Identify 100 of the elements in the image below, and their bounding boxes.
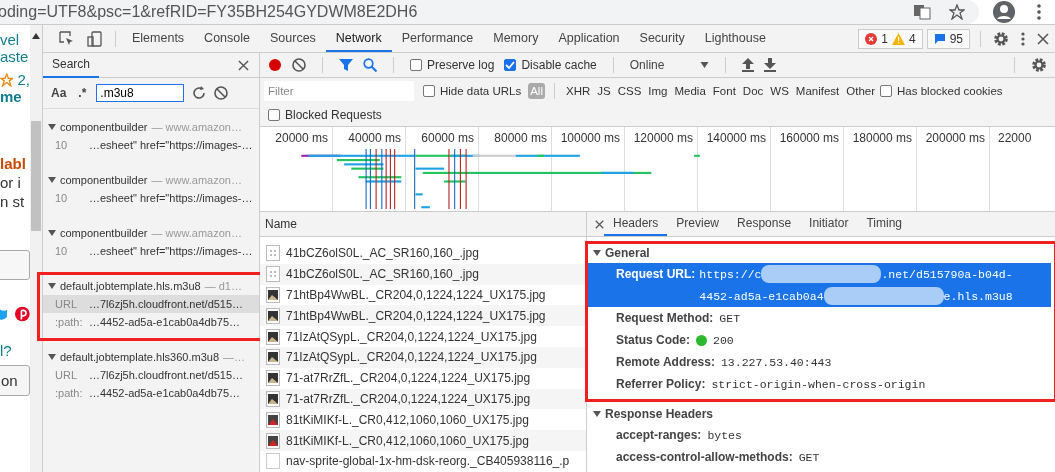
expand-caret-icon[interactable] xyxy=(593,411,601,417)
blocked-cookies-checkbox[interactable]: Has blocked cookies xyxy=(880,85,1003,97)
inspect-icon[interactable] xyxy=(59,30,75,47)
search-field[interactable]: .m3u8 xyxy=(96,84,185,102)
expand-caret-icon[interactable] xyxy=(48,354,56,360)
panel-tab[interactable]: Application xyxy=(548,25,630,52)
type-filter[interactable]: Img xyxy=(646,83,670,99)
detail-tab[interactable]: Headers xyxy=(604,212,668,236)
type-filter[interactable]: CSS xyxy=(615,83,644,99)
disable-cache-checkbox[interactable]: Disable cache xyxy=(504,58,597,72)
request-name[interactable]: 71IzAtQSypL._CR204,0,1224,1224_UX175.jpg xyxy=(286,329,537,344)
detail-tab[interactable]: Timing xyxy=(857,212,911,236)
type-filter[interactable]: Other xyxy=(844,83,878,99)
result-file[interactable]: componentbuilder xyxy=(60,121,148,133)
match-label: :path: xyxy=(55,316,84,328)
scroll-up-icon[interactable] xyxy=(32,33,40,39)
refresh-icon[interactable] xyxy=(192,86,207,100)
match-case-toggle[interactable]: Aa xyxy=(49,86,69,100)
filter-icon[interactable] xyxy=(339,58,353,72)
section-title[interactable]: Response Headers xyxy=(605,407,714,421)
throttling-select[interactable]: Online xyxy=(629,58,710,72)
panel-tab[interactable]: Memory xyxy=(483,25,549,52)
type-filter[interactable]: WS xyxy=(768,83,791,99)
panel-tab[interactable]: Network xyxy=(325,25,392,52)
rating-count[interactable]: 2, xyxy=(17,71,30,88)
blocked-requests-checkbox[interactable]: Blocked Requests xyxy=(268,108,382,122)
search-match[interactable]: :path: …4452-ad5a-e1cab0a4db75… xyxy=(43,313,259,331)
clear-icon[interactable] xyxy=(292,58,306,72)
search-match[interactable]: 10 …esheet" href="https://images-… xyxy=(43,189,259,207)
detail-tab[interactable]: Initiator xyxy=(800,212,858,236)
search-match[interactable]: 10 …esheet" href="https://images-… xyxy=(43,242,259,260)
request-name[interactable]: nav-sprite-global-1x-hm-dsk-reorg._CB405938116_.p xyxy=(286,454,570,469)
panel-tab[interactable]: Console xyxy=(194,25,260,52)
page-link[interactable]: aste xyxy=(0,48,30,65)
device-icon[interactable] xyxy=(87,30,103,47)
type-filter[interactable]: XHR xyxy=(563,83,593,99)
page-button[interactable]: on xyxy=(0,365,30,396)
detail-tab[interactable]: Preview xyxy=(667,212,729,236)
result-file[interactable]: default.jobtemplate.hls360.m3u8 xyxy=(60,351,219,363)
header-value: GET xyxy=(798,450,820,464)
scrollbar-thumb[interactable] xyxy=(31,121,41,231)
more-icon[interactable] xyxy=(1021,31,1025,46)
preserve-log-checkbox[interactable]: Preserve log xyxy=(410,58,495,72)
type-filter[interactable]: Doc xyxy=(740,83,766,99)
clear-icon[interactable] xyxy=(214,86,229,100)
download-icon[interactable] xyxy=(764,58,777,72)
close-icon[interactable] xyxy=(1037,32,1049,45)
panel-tab[interactable]: Elements xyxy=(122,25,195,52)
type-filter[interactable]: Manifest xyxy=(793,83,842,99)
expand-caret-icon[interactable] xyxy=(48,230,56,236)
header-row[interactable]: Request URL: https://c .net/d515790a-b04d- 4452-ad5a-e1cab0a4 e.hls.m3u8 xyxy=(587,263,1051,307)
messages-counter[interactable]: 95 xyxy=(926,28,970,49)
close-icon[interactable] xyxy=(238,59,249,71)
panel-tab[interactable]: Security xyxy=(629,25,695,52)
settings-icon[interactable] xyxy=(993,30,1009,47)
column-header[interactable]: Name xyxy=(260,212,586,237)
panel-tab[interactable]: Performance xyxy=(391,25,484,52)
expand-caret-icon[interactable] xyxy=(48,124,56,130)
page-link[interactable]: l? xyxy=(0,342,30,359)
search-tab[interactable]: Search xyxy=(43,52,100,78)
request-name[interactable]: 71-at7RrZfL._CR204,0,1224,1224_UX175.jpg xyxy=(286,371,531,386)
detail-tab[interactable]: Response xyxy=(728,212,801,236)
search-match[interactable]: URL …7l6zj5h.cloudfront.net/d515… xyxy=(43,366,259,384)
search-icon[interactable] xyxy=(363,58,377,72)
expand-caret-icon[interactable] xyxy=(48,283,56,289)
search-match[interactable]: 10 …esheet" href="https://images-… xyxy=(43,136,259,154)
upload-icon[interactable] xyxy=(742,58,755,72)
star-icon[interactable] xyxy=(949,4,965,20)
type-filter[interactable]: JS xyxy=(595,83,613,99)
section-title[interactable]: General xyxy=(605,246,650,260)
panel-tab[interactable]: Sources xyxy=(260,25,326,52)
search-match[interactable]: :path: …4452-ad5a-e1cab0a4db75… xyxy=(43,384,259,402)
availability-text: labl xyxy=(0,155,27,172)
search-match[interactable]: URL …7l6zj5h.cloudfront.net/d515… xyxy=(43,295,259,313)
close-icon[interactable] xyxy=(595,219,604,229)
expand-caret-icon[interactable] xyxy=(48,177,56,183)
translate-icon[interactable] xyxy=(913,4,931,20)
panel-tab[interactable]: Lighthouse xyxy=(694,25,776,52)
request-name[interactable]: 71htBp4WwBL._CR204,0,1224,1224_UX175.jpg xyxy=(286,288,546,302)
warning-count: 4 xyxy=(908,31,916,46)
type-filter[interactable]: Font xyxy=(710,83,738,99)
pin-icon[interactable] xyxy=(15,306,30,322)
expand-caret-icon[interactable] xyxy=(593,250,601,256)
result-file[interactable]: componentbuilder xyxy=(60,174,148,186)
result-file[interactable]: default.jobtemplate.hls.m3u8 xyxy=(60,280,201,292)
url-fragment: e.hls.m3u8 xyxy=(943,289,1013,303)
regex-toggle[interactable]: .* xyxy=(76,86,89,100)
avatar-icon[interactable] xyxy=(993,1,1015,23)
request-name[interactable]: 41bCZ6olS0L._AC_SR160,160_.jpg xyxy=(286,246,479,261)
page-link[interactable]: me xyxy=(0,88,30,105)
result-file[interactable]: componentbuilder xyxy=(60,227,148,239)
filter-field[interactable]: Filter xyxy=(264,81,414,101)
menu-icon[interactable] xyxy=(1037,4,1041,20)
record-icon[interactable] xyxy=(268,58,282,72)
request-name[interactable]: 81tKiMIKf-L._CR0,412,1060,1060_UX175.jpg xyxy=(286,412,529,427)
issues-counter[interactable]: 1 4 xyxy=(858,28,923,49)
type-filter[interactable]: Media xyxy=(672,83,708,99)
settings-icon[interactable] xyxy=(1031,57,1047,73)
page-link[interactable]: vel xyxy=(0,31,30,48)
hide-data-urls-checkbox[interactable]: Hide data URLs xyxy=(423,85,522,97)
